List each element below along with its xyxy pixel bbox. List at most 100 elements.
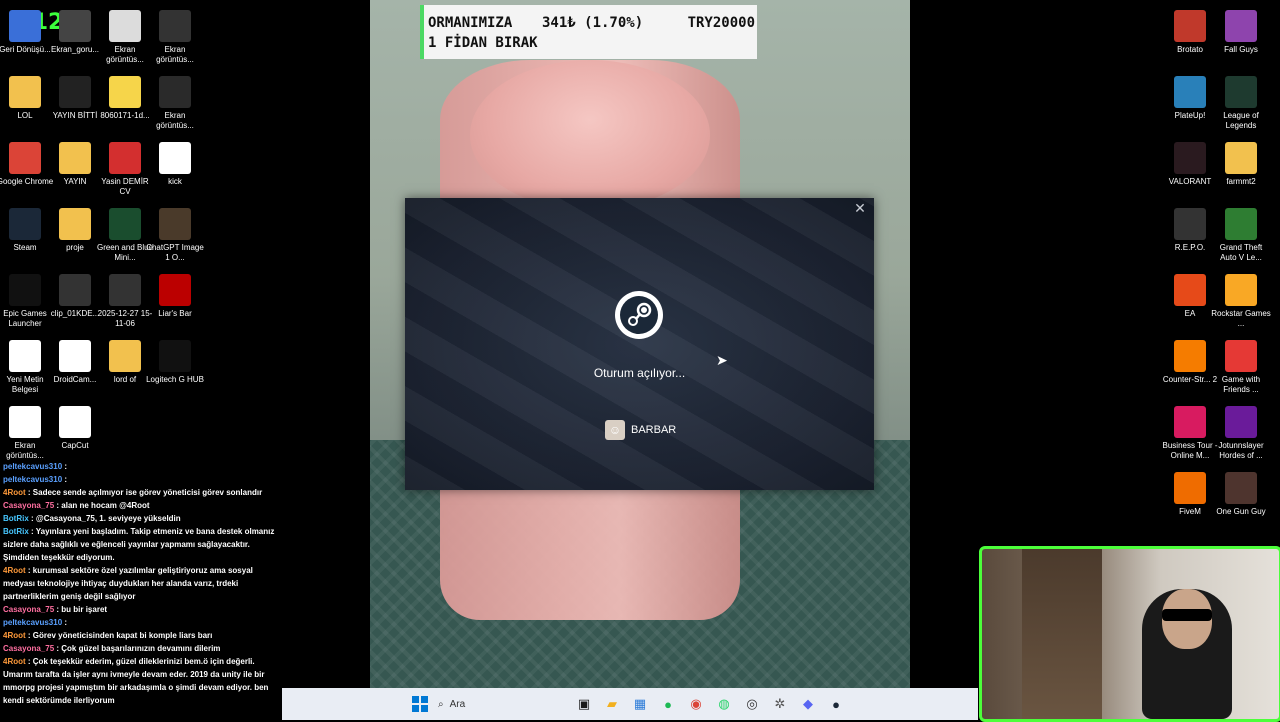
desktop-icon[interactable]: Ekran görüntüs... <box>145 76 205 131</box>
chat-username[interactable]: 4Root <box>3 631 26 640</box>
file-explorer-icon[interactable]: ▰ <box>600 692 624 716</box>
desktop-icon-label: League of Legends <box>1223 111 1259 130</box>
steam-login-dialog: ✕ Oturum açılıyor... ☺ BARBAR <box>405 198 874 490</box>
desktop-icon[interactable]: One Gun Guy <box>1211 472 1271 517</box>
banner-goal: TRY20000 <box>687 15 755 31</box>
screenshot-icon <box>109 10 141 42</box>
folder-icon <box>109 340 141 372</box>
banner-title: ORMANIMIZA <box>428 15 513 31</box>
chat-text: : Sadece sende açılmıyor ise görev yönet… <box>25 488 263 497</box>
chat-username[interactable]: peltekcavus310 <box>3 462 62 471</box>
task-view-icon[interactable]: ▣ <box>572 692 596 716</box>
onegunguy-icon <box>1225 472 1257 504</box>
user-avatar: ☺ <box>605 420 625 440</box>
logitech-icon <box>159 340 191 372</box>
chat-message: 4Root : kurumsal sektöre özel yazılımlar… <box>0 564 282 603</box>
donation-banner: ORMANIMIZA 341₺ (1.70%) TRY20000 1 FİDAN… <box>420 5 757 59</box>
taskbar: ⌕ Ara ▣ ▰ ▦ ● ◉ ◍ ◎ ✲ ◆ ● <box>282 688 978 720</box>
desktop-icon[interactable]: Game with Friends ... <box>1211 340 1271 395</box>
chat-text: : <box>62 462 68 471</box>
close-icon[interactable]: ✕ <box>852 200 868 216</box>
obs-icon[interactable]: ◎ <box>740 692 764 716</box>
trash-bin-lid <box>470 60 710 210</box>
chat-message: peltekcavus310 : <box>0 616 282 629</box>
fivem-icon <box>1174 472 1206 504</box>
username: BARBAR <box>631 424 677 436</box>
search-box[interactable]: ⌕ Ara <box>438 692 566 716</box>
steam-taskbar-icon[interactable]: ● <box>824 692 848 716</box>
chat-text: : Çok teşekkür ederim, güzel dileklerini… <box>3 657 269 705</box>
cs2-icon <box>1174 340 1206 372</box>
business-tour-icon <box>1174 406 1206 438</box>
desktop-icon[interactable]: Jotunnslayer Hordes of ... <box>1211 406 1271 461</box>
screenshot-icon <box>9 406 41 438</box>
recycle-bin-icon <box>9 10 41 42</box>
desktop-icon[interactable]: farmmt2 <box>1211 142 1271 187</box>
valorant-icon <box>1174 142 1206 174</box>
discord-icon[interactable]: ◆ <box>796 692 820 716</box>
chat-text: : Çok güzel başarılarınızın devamını dil… <box>54 644 221 653</box>
webcam-overlay <box>979 546 1280 722</box>
desktop-icon[interactable]: Rockstar Games ... <box>1211 274 1271 329</box>
chat-username[interactable]: 4Root <box>3 566 26 575</box>
lol-icon <box>1225 76 1257 108</box>
steam-user: ☺ BARBAR <box>605 420 676 440</box>
whatsapp-icon[interactable]: ◍ <box>712 692 736 716</box>
chat-username[interactable]: Casayona_75 <box>3 501 54 510</box>
chat-text: : @Casayona_75, 1. seviyeye yükseldin <box>28 514 181 523</box>
ea-icon <box>1174 274 1206 306</box>
folder-icon <box>1225 142 1257 174</box>
desktop-icon[interactable]: CapCut <box>45 406 105 451</box>
desktop-icon-label: CapCut <box>61 441 89 450</box>
desktop-icon[interactable]: Logitech G HUB <box>145 340 205 385</box>
chat-username[interactable]: BotRix <box>3 514 29 523</box>
folder-icon <box>59 142 91 174</box>
desktop-icon[interactable]: Grand Theft Auto V Le... <box>1211 208 1271 263</box>
chrome-icon[interactable]: ◉ <box>684 692 708 716</box>
desktop-icon[interactable]: League of Legends <box>1211 76 1271 131</box>
image-icon <box>109 76 141 108</box>
desktop-icon[interactable]: Liar's Bar <box>145 274 205 319</box>
chat-username[interactable]: BotRix <box>3 527 29 536</box>
sunglasses <box>1162 609 1212 621</box>
chat-username[interactable]: peltekcavus310 <box>3 618 62 627</box>
desktop-icon[interactable]: Fall Guys <box>1211 10 1271 55</box>
chat-message: Casayona_75 : Çok güzel başarılarınızın … <box>0 642 282 655</box>
video-icon <box>59 76 91 108</box>
desktop-icon-label: Logitech G HUB <box>146 375 204 384</box>
chat-message: Casayona_75 : bu bir işaret <box>0 603 282 616</box>
chat-username[interactable]: Casayona_75 <box>3 605 54 614</box>
text-file-icon <box>9 340 41 372</box>
banner-amount: 341₺ (1.70%) <box>542 15 644 31</box>
desktop-icon[interactable]: Ekran görüntüs... <box>145 10 205 65</box>
desktop-icon-label: Ekran görüntüs... <box>156 45 194 64</box>
chat-text: : kurumsal sektöre özel yazılımlar geliş… <box>3 566 253 601</box>
desktop-icon[interactable]: ChatGPT Image 1 O... <box>145 208 205 263</box>
settings-icon[interactable]: ✲ <box>768 692 792 716</box>
image-icon <box>159 142 191 174</box>
bookshelf <box>1022 549 1102 719</box>
spotify-icon[interactable]: ● <box>656 692 680 716</box>
chat-message: BotRix : Yayınlara yeni başladım. Takip … <box>0 525 282 564</box>
screenshot-icon <box>59 10 91 42</box>
desktop-icon-label: Grand Theft Auto V Le... <box>1219 243 1263 262</box>
video-icon <box>109 274 141 306</box>
droidcam-icon <box>59 340 91 372</box>
chat-message: 4Root : Görev yöneticisinden kapat bi ko… <box>0 629 282 642</box>
start-icon[interactable] <box>408 692 432 716</box>
game-icon <box>159 274 191 306</box>
brotato-icon <box>1174 10 1206 42</box>
desktop-icon-label: Game with Friends ... <box>1221 375 1261 394</box>
chat-username[interactable]: peltekcavus310 <box>3 475 62 484</box>
desktop-icon[interactable]: kick <box>145 142 205 187</box>
desktop-icon-label: Ekran görüntüs... <box>156 111 194 130</box>
chat-username[interactable]: 4Root <box>3 488 26 497</box>
banner-subtitle: 1 FİDAN BIRAK <box>428 35 538 51</box>
store-icon[interactable]: ▦ <box>628 692 652 716</box>
jotunnslayer-icon <box>1225 406 1257 438</box>
chat-username[interactable]: 4Root <box>3 657 26 666</box>
login-status: Oturum açılıyor... <box>593 366 686 380</box>
chat-message: 4Root : Sadece sende açılmıyor ise görev… <box>0 486 282 499</box>
desktop-icon-label: ChatGPT Image 1 O... <box>146 243 204 262</box>
chat-username[interactable]: Casayona_75 <box>3 644 54 653</box>
